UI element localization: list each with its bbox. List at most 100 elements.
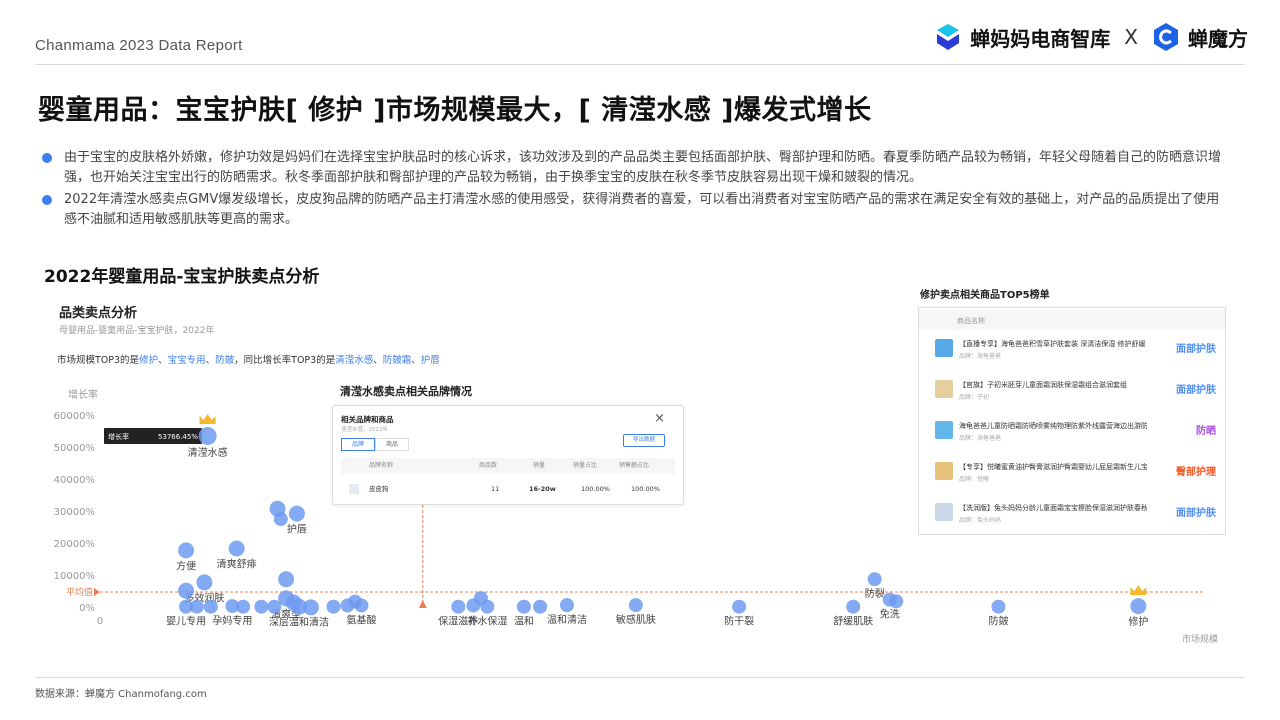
popup-section-title: 清滢水感卖点相关品牌情况	[340, 385, 472, 398]
scatter-point	[628, 598, 643, 613]
y-tick-label: 20000%	[54, 539, 95, 550]
point-label: 温和	[514, 616, 534, 628]
scatter-point	[273, 512, 288, 527]
product-name: 【洗润版】兔头妈妈分龄儿童面霜宝宝擦脸保湿滋润护肤春秋防皴	[959, 504, 1147, 512]
scatter-point	[348, 594, 363, 609]
ranking-item[interactable]: 【专享】悦曦蜜黄油护臀膏滋润护臀霜婴幼儿屁屁霜新生儿宝宝膏 品牌：悦曦 臀部护理	[919, 453, 1225, 493]
x-origin-label: 0	[97, 616, 103, 627]
product-name: 海龟爸爸儿童防晒霜防晒喷雾纯物理防紫外线露营海边出游防晒乳	[959, 422, 1147, 430]
cell-sales-share: 100.00%	[581, 485, 610, 493]
product-brand: 品牌：子初	[959, 394, 990, 401]
scatter-point	[326, 599, 341, 614]
x-axis-title: 市场规模	[1182, 633, 1218, 645]
point-label: 清爽舒痱	[217, 557, 257, 570]
point-label: 防干裂	[724, 615, 754, 628]
product-name: 【官旗】子初米胚芽儿童面霜润肤保湿霜组合滋润套组	[959, 381, 1127, 389]
scatter-point	[889, 594, 904, 609]
tab-product[interactable]: 商品	[375, 438, 409, 451]
y-tick-label: 30000%	[54, 507, 95, 518]
product-name: 【直播专享】海龟爸爸积雪草护肤套装 深清洁保湿 修护舒缓 A	[959, 340, 1147, 348]
scatter-point	[732, 599, 747, 614]
export-button[interactable]: 导出数据	[623, 434, 665, 447]
average-arrow-icon	[94, 588, 100, 596]
scatter-point	[198, 426, 217, 445]
point-label: 护唇	[287, 523, 307, 536]
point-label: 温和清洁	[547, 613, 587, 626]
crown-icon	[199, 413, 216, 424]
product-thumbnail	[935, 503, 953, 521]
product-brand: 品牌：兔头妈妈	[959, 517, 1002, 524]
product-thumbnail	[935, 421, 953, 439]
product-thumbnail	[935, 380, 953, 398]
column-header: 销售额占比	[619, 462, 650, 469]
y-tick-label: 50000%	[54, 443, 95, 454]
close-icon[interactable]: ×	[654, 411, 665, 426]
scatter-point	[189, 599, 204, 614]
ranking-title: 修护卖点相关商品TOP5榜单	[920, 290, 1050, 301]
ranking-item[interactable]: 【直播专享】海龟爸爸积雪草护肤套装 深清洁保湿 修护舒缓 A 品牌：海龟爸爸 面部护…	[919, 330, 1225, 370]
scatter-point	[178, 542, 195, 559]
scatter-point	[451, 599, 466, 614]
product-brand: 品牌：海龟爸爸	[959, 435, 1002, 442]
scatter-point	[288, 505, 305, 522]
scatter-point	[228, 540, 245, 557]
popup-title: 相关品牌和商品	[341, 415, 394, 424]
point-label: 补水保湿	[467, 615, 507, 628]
product-thumbnail	[935, 462, 953, 480]
ranking-item[interactable]: 【官旗】子初米胚芽儿童面霜润肤保湿霜组合滋润套组 品牌：子初 面部护肤	[919, 371, 1225, 411]
tooltip-value: 53766.45%	[158, 433, 198, 441]
scatter-point	[991, 599, 1006, 614]
column-header: 销量占比	[573, 462, 598, 469]
category-tag: 臀部护理	[1176, 467, 1216, 478]
scatter-point	[516, 599, 531, 614]
point-label: 免洗	[880, 608, 900, 621]
y-tick-label: 0%	[79, 603, 95, 614]
point-label: 孕妈专用	[212, 614, 252, 627]
export-button-label: 导出数据	[632, 437, 655, 443]
scatter-point	[846, 599, 861, 614]
cell-sales: 16-20w	[529, 485, 556, 493]
product-brand: 品牌：海龟爸爸	[959, 353, 1002, 360]
category-tag: 面部护肤	[1176, 385, 1216, 396]
ranking-header: 商品名称	[919, 310, 1225, 330]
brand-thumbnail	[349, 484, 359, 494]
column-header: 商品数	[479, 462, 498, 469]
column-header: 品牌名称	[369, 462, 394, 469]
point-label: 修护	[1128, 615, 1148, 628]
point-label: 婴儿专用	[166, 615, 206, 628]
ranking-panel: 商品名称 【直播专享】海龟爸爸积雪草护肤套装 深清洁保湿 修护舒缓 A 品牌：海龟…	[918, 307, 1226, 535]
point-label: 深层温和清洁	[269, 616, 329, 629]
cell-gmv-share: 100.00%	[631, 485, 660, 493]
y-tick-label: 60000%	[54, 411, 95, 422]
crown-icon	[1130, 585, 1147, 596]
scatter-point	[203, 599, 218, 614]
point-label: 舒缓肌肤	[833, 615, 873, 628]
scatter-point	[278, 571, 295, 588]
scatter-point	[267, 599, 282, 614]
footer-divider	[35, 677, 1245, 678]
scatter-point	[559, 598, 574, 613]
scatter-point	[196, 574, 213, 591]
cell-brand: 皮皮狗	[369, 485, 389, 493]
popup-subtitle: 清滢水感，2022年	[341, 427, 388, 433]
tab-brand[interactable]: 品牌	[341, 438, 375, 451]
point-label: 防裂	[865, 587, 885, 600]
scatter-point	[533, 599, 548, 614]
tooltip-label: 增长率	[108, 432, 129, 441]
point-label: 防皴	[988, 615, 1008, 628]
category-tag: 面部护肤	[1176, 344, 1216, 355]
column-header: 销量	[533, 462, 546, 469]
scatter-point	[867, 572, 882, 587]
table-row[interactable]: 皮皮狗 11 16-20w 100.00% 100.00%	[341, 479, 675, 499]
scatter-point	[302, 599, 319, 616]
point-label: 方便	[176, 559, 196, 572]
y-tick-label: 10000%	[54, 571, 95, 582]
y-axis-title: 增长率	[68, 388, 98, 401]
cell-items: 11	[491, 485, 500, 493]
point-label: 氨基酸	[346, 613, 376, 626]
product-thumbnail	[935, 339, 953, 357]
point-label: 敏感肌肤	[616, 613, 656, 626]
ranking-item[interactable]: 海龟爸爸儿童防晒霜防晒喷雾纯物理防紫外线露营海边出游防晒乳 品牌：海龟爸爸 防晒	[919, 412, 1225, 452]
ranking-item[interactable]: 【洗润版】兔头妈妈分龄儿童面霜宝宝擦脸保湿滋润护肤春秋防皴 品牌：兔头妈妈 面部护肤	[919, 494, 1225, 534]
popup-table-header: 品牌名称 商品数 销量 销量占比 销售额占比	[341, 458, 675, 474]
